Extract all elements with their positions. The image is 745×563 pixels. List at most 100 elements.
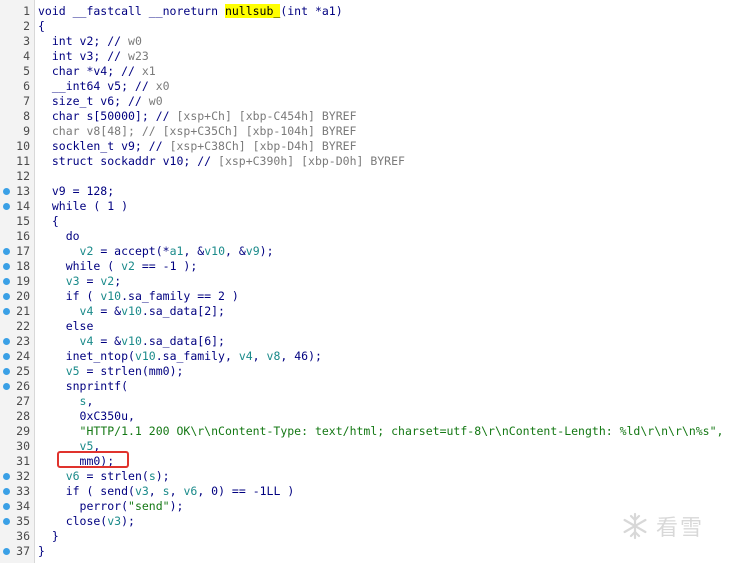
code-line[interactable]: 22 else — [0, 319, 745, 334]
code-token: perror( — [38, 499, 129, 513]
code-line[interactable]: 6 __int64 v5; // x0 — [0, 79, 745, 94]
code-line[interactable]: 28 0xC350u, — [0, 409, 745, 424]
code-line[interactable]: 24 inet_ntop(v10.sa_family, v4, v8, 46); — [0, 349, 745, 364]
code-line[interactable]: 1 void __fastcall __noreturn nullsub_(int… — [0, 4, 745, 19]
code-token: w0 — [128, 34, 142, 48]
code-token: __int64 v5; // — [38, 79, 156, 93]
code-token: v5 — [65, 364, 80, 378]
code-line[interactable]: 13 v9 = 128; — [0, 184, 745, 199]
code-token: , 46); — [280, 349, 322, 363]
highlighted-identifier: nullsub_ — [224, 4, 281, 18]
code-text: if ( send(v3, s, v6, 0) == -1LL ) — [38, 484, 295, 499]
code-line[interactable]: 16 do — [0, 229, 745, 244]
code-line[interactable]: 33 if ( send(v3, s, v6, 0) == -1LL ) — [0, 484, 745, 499]
code-text: char s[50000]; // [xsp+Ch] [xbp-C454h] B… — [38, 109, 357, 124]
code-text: size_t v6; // w0 — [38, 94, 163, 109]
code-line[interactable]: 32 v6 = strlen(s); — [0, 469, 745, 484]
line-number: 22 — [16, 319, 30, 333]
code-token: v10 — [121, 334, 142, 348]
code-token: char *v4; // — [38, 64, 142, 78]
line-number: 8 — [23, 109, 30, 123]
code-line[interactable]: 26 snprintf( — [0, 379, 745, 394]
code-line[interactable]: 11 struct sockaddr v10; // [xsp+C390h] [… — [0, 154, 745, 169]
code-line[interactable]: 8 char s[50000]; // [xsp+Ch] [xbp-C454h]… — [0, 109, 745, 124]
code-text: char *v4; // x1 — [38, 64, 156, 79]
code-token: .sa_family, — [155, 349, 239, 363]
line-number: 30 — [16, 439, 30, 453]
code-token: v3 — [65, 274, 80, 288]
line-number: 28 — [16, 409, 30, 423]
code-token: v10 — [134, 349, 156, 363]
code-line[interactable]: 29 "HTTP/1.1 200 OK\r\nContent-Type: tex… — [0, 424, 745, 439]
code-line[interactable]: 10 socklen_t v9; // [xsp+C38Ch] [xbp-D4h… — [0, 139, 745, 154]
code-text: v9 = 128; — [38, 184, 114, 199]
code-token: v4 — [238, 349, 253, 363]
code-token: ); — [121, 514, 135, 528]
code-text: { — [38, 19, 45, 34]
code-line[interactable]: 2{ — [0, 19, 745, 34]
highlight-box-mm0 — [57, 451, 129, 468]
code-token: w0 — [148, 94, 163, 108]
line-number: 13 — [16, 184, 30, 198]
code-token: v8 — [266, 349, 281, 363]
code-text: struct sockaddr v10; // [xsp+C390h] [xbp… — [38, 154, 405, 169]
line-number: 35 — [16, 514, 30, 528]
code-token: x0 — [155, 79, 170, 93]
pseudocode-view[interactable]: 1 void __fastcall __noreturn nullsub_(int… — [0, 4, 745, 559]
line-number: 20 — [16, 289, 30, 303]
code-token: , — [252, 349, 267, 363]
code-text: v4 = &v10.sa_data[2]; — [38, 304, 225, 319]
code-line[interactable]: 12 — [0, 169, 745, 184]
line-number: 37 — [16, 544, 30, 558]
code-text: else — [38, 319, 94, 334]
code-line[interactable]: 4 int v3; // w23 — [0, 49, 745, 64]
code-token: int v2; // — [38, 34, 129, 48]
line-number: 9 — [23, 124, 30, 138]
code-line[interactable]: 37} — [0, 544, 745, 559]
code-token: { — [38, 214, 59, 228]
line-number: 1 — [23, 4, 30, 18]
code-line[interactable]: 21 v4 = &v10.sa_data[2]; — [0, 304, 745, 319]
code-token: , 0) == -1LL ) — [197, 484, 295, 498]
code-line[interactable]: 9 char v8[48]; // [xsp+C35Ch] [xbp-104h]… — [0, 124, 745, 139]
code-line[interactable]: 27 s, — [0, 394, 745, 409]
code-text: v6 = strlen(s); — [38, 469, 170, 484]
line-number: 3 — [23, 34, 30, 48]
code-token: ); — [259, 244, 274, 258]
code-text: v4 = &v10.sa_data[6]; — [38, 334, 225, 349]
code-token: v3 — [107, 514, 122, 528]
code-token: v10 — [121, 304, 142, 318]
code-line[interactable]: 18 while ( v2 == -1 ); — [0, 259, 745, 274]
code-line[interactable]: 3 int v2; // w0 — [0, 34, 745, 49]
line-number: 27 — [16, 394, 30, 408]
code-line[interactable]: 5 char *v4; // x1 — [0, 64, 745, 79]
code-text: int v2; // w0 — [38, 34, 142, 49]
code-token: [xsp+Ch] [xbp-C454h] BYREF — [176, 109, 357, 123]
line-number: 34 — [16, 499, 30, 513]
line-number: 10 — [16, 139, 30, 153]
code-line[interactable]: 25 v5 = strlen(mm0); — [0, 364, 745, 379]
code-token: = & — [93, 304, 122, 318]
line-number: 14 — [16, 199, 30, 213]
code-token: , — [148, 484, 163, 498]
code-line[interactable]: 7 size_t v6; // w0 — [0, 94, 745, 109]
code-line[interactable]: 15 { — [0, 214, 745, 229]
code-token: x1 — [141, 64, 156, 78]
code-token: v2 — [79, 244, 94, 258]
code-line[interactable]: 17 v2 = accept(*a1, &v10, &v9); — [0, 244, 745, 259]
code-token: s — [162, 484, 170, 498]
code-text: "HTTP/1.1 200 OK\r\nContent-Type: text/h… — [38, 424, 724, 439]
code-line[interactable]: 20 if ( v10.sa_family == 2 ) — [0, 289, 745, 304]
code-line[interactable]: 23 v4 = &v10.sa_data[6]; — [0, 334, 745, 349]
code-token: "send" — [128, 499, 170, 513]
code-token: v2 — [121, 259, 135, 273]
code-line[interactable]: 14 while ( 1 ) — [0, 199, 745, 214]
code-token: snprintf( — [38, 379, 129, 393]
code-line[interactable]: 19 v3 = v2; — [0, 274, 745, 289]
code-token: while ( 1 ) — [38, 199, 129, 213]
